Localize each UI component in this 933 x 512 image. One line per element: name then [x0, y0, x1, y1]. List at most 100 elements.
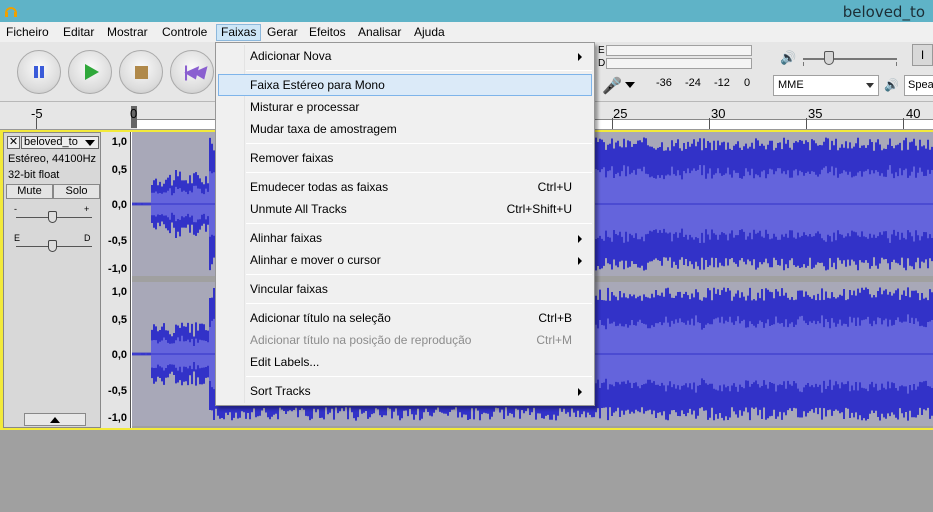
solo-button[interactable]: Solo [53, 184, 100, 199]
menu-item-mute-all[interactable]: Emudecer todas as faixas Ctrl+U [218, 176, 592, 198]
menu-item-align-tracks[interactable]: Alinhar faixas [218, 227, 592, 249]
ruler-tick [903, 118, 904, 129]
menu-item-shortcut: Ctrl+B [538, 311, 572, 325]
gain-minus-label: - [14, 204, 17, 214]
volume-ticks [803, 62, 897, 66]
db-label: 0 [744, 77, 751, 89]
playback-volume-thumb[interactable] [824, 51, 834, 65]
gain-slider-thumb[interactable] [48, 211, 57, 223]
stop-icon [120, 51, 162, 93]
output-device-select[interactable]: Speak [904, 75, 933, 96]
menu-analisar[interactable]: Analisar [354, 24, 405, 41]
scale-label: 1,0 [111, 286, 127, 298]
menu-separator [246, 70, 592, 71]
ruler-tick [36, 118, 37, 129]
menu-separator [246, 223, 592, 224]
db-label: -24 [685, 77, 701, 89]
menu-item-label: Adicionar título na posição de reproduçã… [250, 333, 472, 347]
menu-item-label: Alinhar e mover o cursor [250, 253, 381, 267]
submenu-arrow-icon [578, 53, 582, 61]
chevron-up-icon [50, 417, 60, 423]
track-focus-border-left [0, 130, 3, 430]
menu-gerar[interactable]: Gerar [263, 24, 302, 41]
menu-item-shortcut: Ctrl+U [537, 180, 572, 194]
track-name: beloved_to [24, 136, 78, 148]
selection-tool-button[interactable]: I [912, 44, 933, 66]
menu-item-add-label-at-playback[interactable]: Adicionar título na posição de reproduçã… [218, 329, 592, 351]
play-icon [69, 51, 111, 93]
menu-item-link-tracks[interactable]: Vincular faixas [218, 278, 592, 300]
menu-ajuda[interactable]: Ajuda [410, 24, 449, 41]
menu-item-stereo-to-mono[interactable]: Faixa Estéreo para Mono [218, 74, 592, 96]
menu-item-unmute-all[interactable]: Unmute All Tracks Ctrl+Shift+U [218, 198, 592, 220]
ruler-tick [709, 118, 710, 129]
amplitude-scale: 1,0 0,5 0,0 -0,5 -1,0 1,0 0,5 0,0 -0,5 -… [101, 132, 131, 428]
recording-meter[interactable]: E D [594, 44, 756, 72]
scale-label: -0,5 [108, 235, 127, 247]
track-control-panel[interactable]: ✕ beloved_to Estéreo, 44100Hz 32-bit flo… [3, 132, 101, 428]
ruler-label: 35 [808, 106, 823, 121]
ruler-label: 0 [130, 106, 138, 121]
track-format: Estéreo, 44100Hz [8, 153, 97, 165]
menu-item-edit-labels[interactable]: Edit Labels... [218, 351, 592, 373]
menu-ficheiro[interactable]: Ficheiro [2, 24, 53, 41]
menu-item-mix-and-render[interactable]: Misturar e processar [218, 96, 592, 118]
menu-faixas[interactable]: Faixas [216, 24, 262, 41]
menu-item-label: Vincular faixas [250, 282, 328, 296]
menu-controle[interactable]: Controle [158, 24, 211, 41]
play-button[interactable] [68, 50, 112, 94]
collapse-track-button[interactable] [24, 413, 86, 426]
track-name-menu[interactable]: beloved_to [21, 136, 99, 149]
audio-host-value: MME [778, 79, 804, 91]
audacity-app-icon [5, 7, 17, 17]
menu-item-add-label-at-selection[interactable]: Adicionar título na seleção Ctrl+B [218, 307, 592, 329]
menu-item-label: Faixa Estéreo para Mono [250, 78, 385, 92]
skip-to-start-button[interactable]: |◀◀ [170, 50, 214, 94]
ruler-label: 40 [906, 106, 921, 121]
meter-right-bar [606, 58, 752, 69]
submenu-arrow-icon [578, 257, 582, 265]
pan-slider-thumb[interactable] [48, 240, 57, 252]
menu-item-label: Mudar taxa de amostragem [250, 122, 397, 136]
scale-label: -0,5 [108, 385, 127, 397]
menu-separator [246, 172, 592, 173]
title-bar: beloved_to [0, 0, 933, 22]
pause-button[interactable] [17, 50, 61, 94]
menu-item-align-and-move-cursor[interactable]: Alinhar e mover o cursor [218, 249, 592, 271]
pan-right-label: D [84, 233, 91, 243]
scale-label: 0,5 [111, 314, 127, 326]
menu-item-label: Misturar e processar [250, 100, 360, 114]
meter-right-label: D [598, 58, 606, 69]
db-label: -36 [656, 77, 672, 89]
menu-separator [246, 303, 592, 304]
menu-item-shortcut: Ctrl+Shift+U [506, 202, 572, 216]
menu-item-resample[interactable]: Mudar taxa de amostragem [218, 118, 592, 140]
stop-button[interactable] [119, 50, 163, 94]
ruler-label: 30 [711, 106, 726, 121]
skip-to-start-icon: |◀◀ [183, 64, 204, 81]
submenu-arrow-icon [578, 388, 582, 396]
meter-left-label: E [598, 45, 605, 56]
playback-volume-slider[interactable] [803, 58, 897, 60]
menu-item-label: Emudecer todas as faixas [250, 180, 389, 194]
menu-item-adicionar-nova[interactable]: Adicionar Nova [218, 45, 592, 67]
menu-efeitos[interactable]: Efeitos [305, 24, 350, 41]
window-title: beloved_to [842, 3, 925, 21]
ruler-tick [806, 118, 807, 129]
menu-item-label: Alinhar faixas [250, 231, 323, 245]
menu-editar[interactable]: Editar [59, 24, 98, 41]
close-track-icon[interactable]: ✕ [7, 136, 20, 149]
submenu-arrow-icon [578, 235, 582, 243]
menu-item-label: Adicionar Nova [250, 49, 332, 63]
mute-button[interactable]: Mute [6, 184, 53, 199]
meter-left-bar [606, 45, 752, 56]
microphone-icon[interactable]: 🎤 [602, 76, 622, 96]
menu-item-sort-tracks[interactable]: Sort Tracks [218, 380, 592, 402]
audio-host-select[interactable]: MME [773, 75, 879, 96]
menu-item-remove-tracks[interactable]: Remover faixas [218, 147, 592, 169]
mic-dropdown-icon[interactable] [625, 82, 635, 88]
pan-left-label: E [14, 233, 21, 243]
menu-mostrar[interactable]: Mostrar [103, 24, 152, 41]
menu-separator [246, 376, 592, 377]
scale-label: -1,0 [108, 263, 127, 275]
